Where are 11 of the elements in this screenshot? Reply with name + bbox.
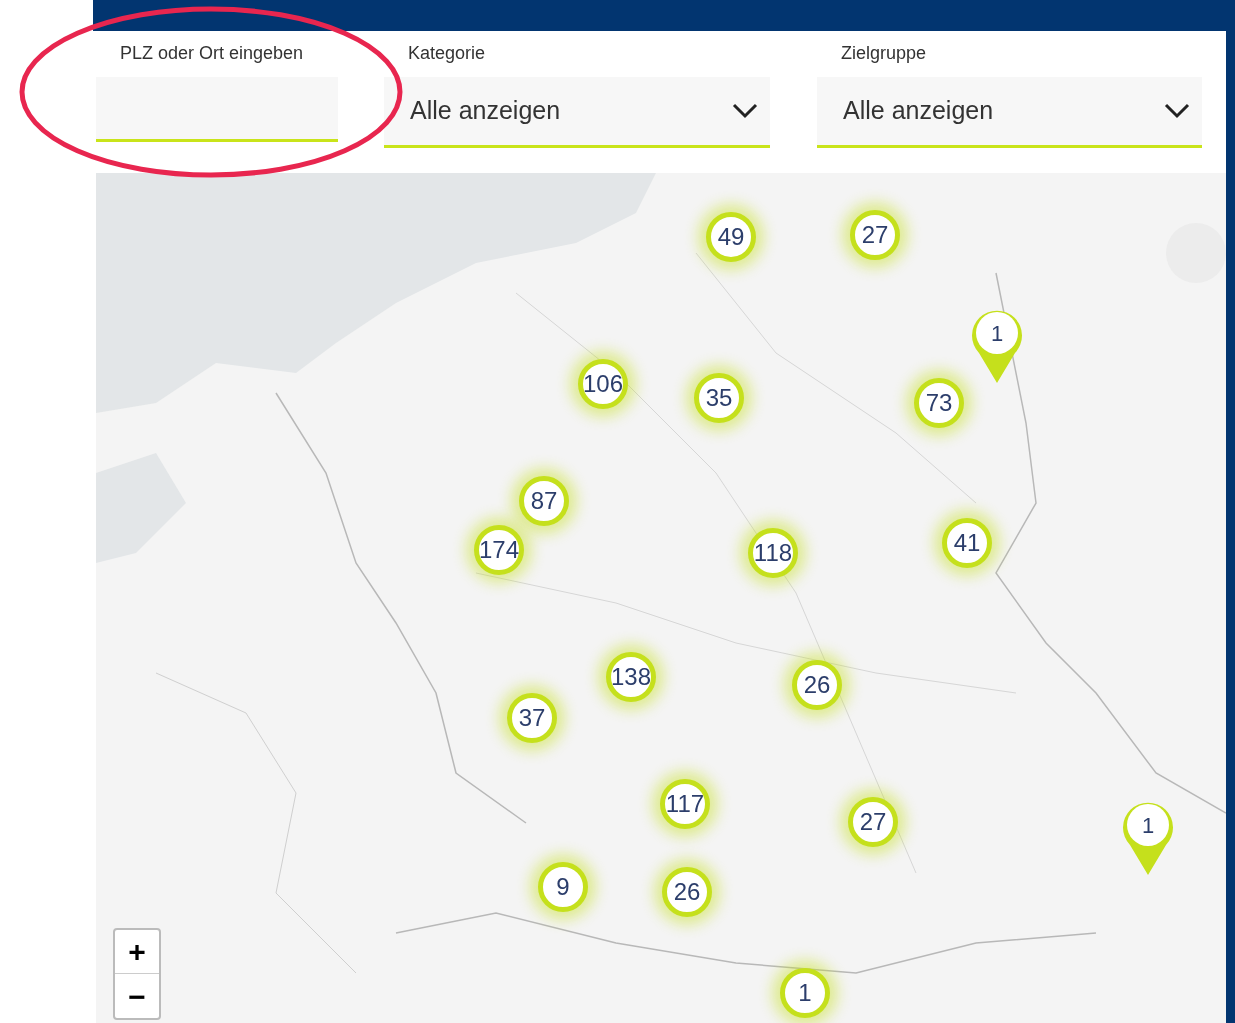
chevron-down-icon <box>732 103 758 119</box>
zoom-out-button[interactable]: − <box>115 974 159 1018</box>
field-label: Kategorie <box>407 42 487 65</box>
select-field[interactable]: Alle anzeigen <box>817 77 1202 148</box>
zoom-in-button[interactable]: + <box>115 930 159 974</box>
field-label: PLZ oder Ort eingeben <box>119 42 305 65</box>
chevron-down-icon <box>1164 103 1190 119</box>
map[interactable]: 49 27 1 106 35 73 87 174 118 41 138 26 37 117 27 1 9 26 1 + − <box>96 173 1226 1023</box>
select-field[interactable]: Alle anzeigen <box>384 77 770 148</box>
field-label: Zielgruppe <box>840 42 928 65</box>
input-field[interactable] <box>96 77 338 142</box>
